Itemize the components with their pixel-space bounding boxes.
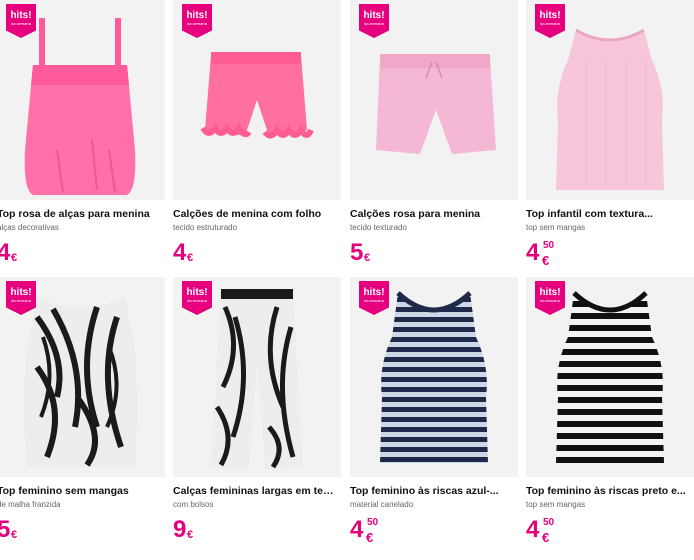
product-subtitle: top sem mangas [526,500,586,509]
product-image[interactable]: hits! da semana [350,277,518,477]
product-card[interactable]: hits! da semana Calças femininas largas … [173,277,341,552]
price-integer: 4 [526,239,540,266]
price-cents: 50 [543,517,555,528]
price-integer: 9 [173,516,187,543]
price-currency: € [187,529,194,541]
badge-subtitle: da semana [540,21,560,26]
product-subtitle: alças decorativas [0,223,59,232]
product-title[interactable]: Top feminino às riscas preto e... [526,485,691,497]
price-cents: 50 [543,240,555,251]
price-integer: 4 [526,516,540,543]
product-image[interactable]: hits! da semana [526,277,694,477]
product-subtitle: tecido estruturado [173,223,238,232]
badge-subtitle: da semana [11,21,31,26]
price-currency: € [364,252,371,264]
price-currency: € [11,252,18,264]
product-title[interactable]: Top feminino sem mangas [0,485,162,497]
product-title[interactable]: Calções rosa para menina [350,208,515,220]
badge-title: hits! [363,287,385,298]
product-title[interactable]: Calças femininas largas em tecid... [173,485,338,497]
product-subtitle: material canelado [350,500,414,509]
price-integer: 4 [173,239,187,266]
badge-title: hits! [10,287,32,298]
badge-subtitle: da semana [187,21,207,26]
product-card[interactable]: hits! da semana Top feminino sem mangas … [0,277,165,552]
product-image[interactable]: hits! da semana [526,0,694,200]
price-integer: 4 [0,239,11,266]
product-image[interactable]: hits! da semana [350,0,518,200]
product-title[interactable]: Top rosa de alças para menina [0,208,162,220]
product-card[interactable]: hits! da semana Calções rosa para menina… [350,0,518,275]
product-image[interactable]: hits! da semana [0,0,165,200]
price-integer: 4 [350,516,364,543]
product-image[interactable]: hits! da semana [173,0,341,200]
badge-title: hits! [539,10,561,21]
product-title[interactable]: Top feminino às riscas azul-... [350,485,515,497]
price-currency: € [11,529,18,541]
badge-subtitle: da semana [364,21,384,26]
badge-subtitle: da semana [540,298,560,303]
price-integer: 5 [0,516,11,543]
product-subtitle: de malha franzida [0,500,61,509]
product-title[interactable]: Top infantil com textura... [526,208,691,220]
product-image[interactable]: hits! da semana [0,277,165,477]
product-card[interactable]: hits! da semana Top feminino às riscas p… [526,277,694,552]
product-subtitle: com bolsos [173,500,214,509]
badge-subtitle: da semana [364,298,384,303]
product-card[interactable]: hits! da semana Calções de menina com fo… [173,0,341,275]
product-card[interactable]: hits! da semana Top feminino às riscas a… [350,277,518,552]
product-card[interactable]: hits! da semana Top infantil com textura… [526,0,694,275]
badge-title: hits! [186,10,208,21]
price-cents: 50 [367,517,379,528]
price-currency: € [366,530,374,545]
badge-subtitle: da semana [187,298,207,303]
price-integer: 5 [350,239,364,266]
product-subtitle: top sem mangas [526,223,586,232]
product-image[interactable]: hits! da semana [173,277,341,477]
badge-title: hits! [186,287,208,298]
badge-title: hits! [10,10,32,21]
product-card[interactable]: hits! da semana Top rosa de alças para m… [0,0,165,275]
price-currency: € [542,530,550,545]
badge-title: hits! [539,287,561,298]
product-title[interactable]: Calções de menina com folho [173,208,338,220]
badge-subtitle: da semana [11,298,31,303]
product-subtitle: tecido texturado [350,223,407,232]
price-currency: € [542,253,550,268]
badge-title: hits! [363,10,385,21]
price-currency: € [187,252,194,264]
